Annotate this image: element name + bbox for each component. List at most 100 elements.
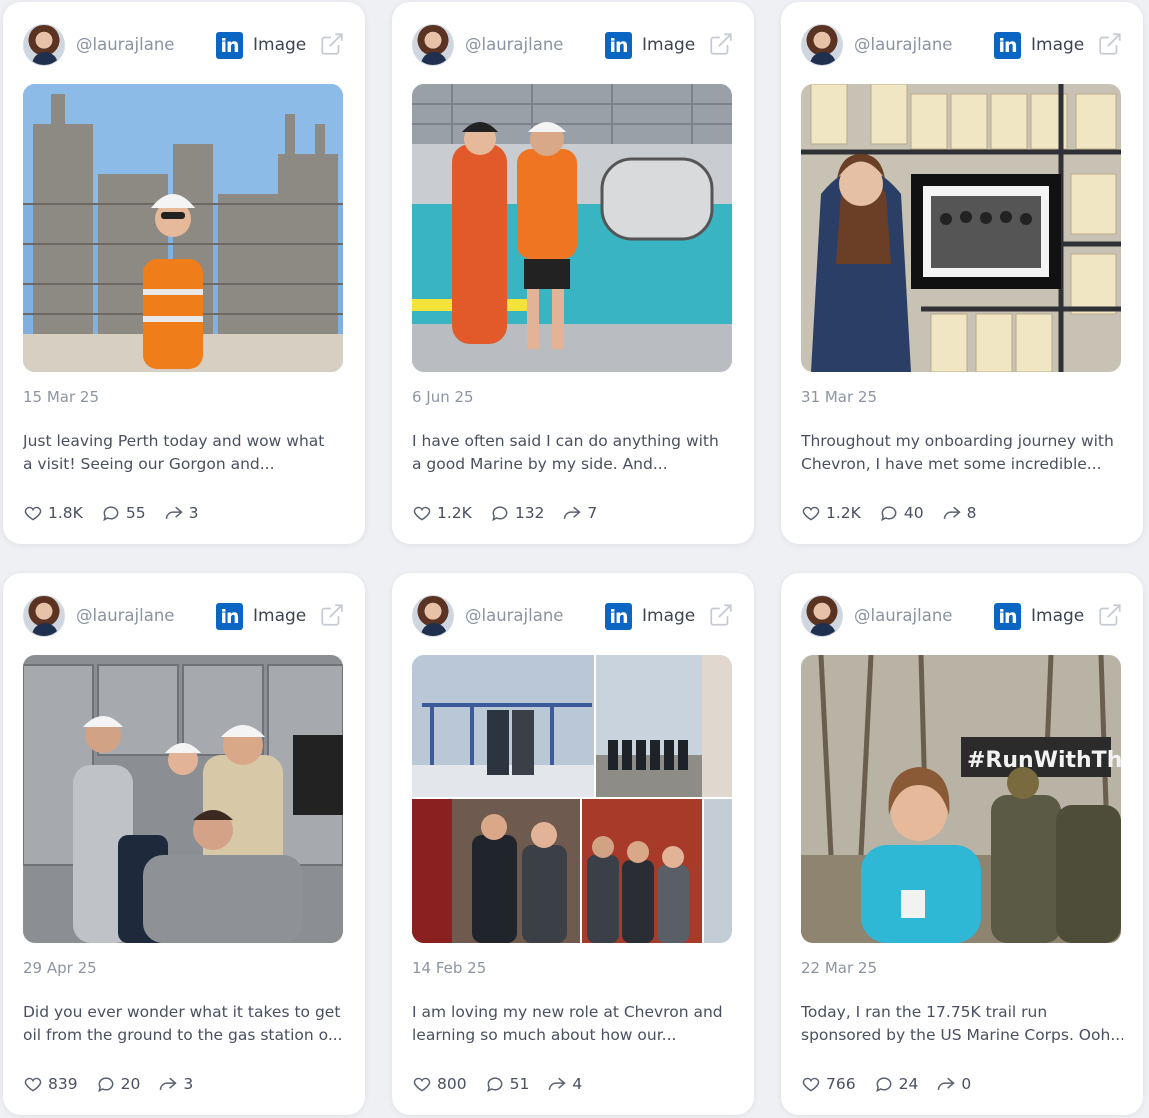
author-handle[interactable]: @laurajlane [76, 35, 174, 54]
linkedin-icon: in [994, 603, 1021, 630]
likes-stat: 1.2K [412, 503, 472, 523]
linkedin-icon: in [216, 603, 243, 630]
post-card[interactable]: @laurajlane in Image [3, 2, 365, 544]
collage-photo-icon [412, 655, 732, 943]
author-handle[interactable]: @laurajlane [465, 606, 563, 625]
post-text-line: learning so much about how our... [412, 1026, 677, 1044]
heart-icon [802, 506, 820, 521]
post-card[interactable]: @laurajlane in Image #RunWithThe Marines [781, 573, 1143, 1115]
post-header: @laurajlane in Image [801, 595, 1123, 637]
post-text[interactable]: Did you ever wonder what it takes to get… [23, 1001, 345, 1047]
trail-run-photo-icon: #RunWithThe Marines [801, 655, 1121, 943]
author-handle[interactable]: @laurajlane [854, 606, 952, 625]
shares-count: 4 [572, 1075, 583, 1093]
shares-stat: 4 [547, 1074, 582, 1094]
post-text-line: sponsored by the US Marine Corps. Ooh... [801, 1026, 1123, 1044]
external-link-icon[interactable] [1097, 602, 1123, 628]
post-grid: @laurajlane in Image 15 Mar 25 Just leav… [0, 0, 1149, 1118]
avatar[interactable] [23, 595, 65, 637]
share-icon [938, 1077, 955, 1090]
post-text[interactable]: Today, I ran the 17.75K trail run sponso… [801, 1001, 1123, 1047]
post-date: 15 Mar 25 [23, 388, 100, 406]
avatar[interactable] [412, 595, 454, 637]
post-type-label: Image [1031, 35, 1085, 55]
linkedin-icon: in [605, 603, 632, 630]
post-image[interactable] [801, 84, 1121, 372]
likes-stat: 1.8K [23, 503, 83, 523]
shares-stat: 3 [158, 1074, 193, 1094]
comment-icon [492, 506, 508, 522]
post-text[interactable]: Throughout my onboarding journey with Ch… [801, 430, 1123, 476]
comments-count: 132 [514, 504, 545, 522]
shares-count: 3 [183, 1075, 194, 1093]
shares-stat: 3 [164, 503, 198, 523]
post-stats: 1.8K 55 3 [23, 502, 216, 524]
post-image[interactable] [23, 655, 343, 943]
post-card[interactable]: @laurajlane in Image [392, 2, 754, 544]
author-handle[interactable]: @laurajlane [465, 35, 563, 54]
avatar[interactable] [801, 24, 843, 66]
post-type-label: Image [642, 606, 696, 626]
avatar[interactable] [23, 24, 65, 66]
author-handle[interactable]: @laurajlane [854, 35, 952, 54]
post-image[interactable] [412, 655, 732, 943]
avatar[interactable] [801, 595, 843, 637]
post-card[interactable]: @laurajlane in Image [3, 573, 365, 1115]
post-image[interactable] [412, 84, 732, 372]
shares-stat: 8 [942, 503, 976, 523]
shares-count: 0 [961, 1075, 972, 1093]
heart-icon [24, 506, 42, 521]
post-text-line: a visit! Seeing our Gorgon and... [23, 455, 275, 473]
comment-icon [103, 506, 119, 522]
comments-stat: 40 [879, 503, 924, 523]
heart-icon [413, 1077, 431, 1092]
post-text-line: a good Marine by my side. And... [412, 455, 668, 473]
post-text[interactable]: Just leaving Perth today and wow what a … [23, 430, 345, 476]
comments-stat: 132 [490, 503, 545, 523]
post-image[interactable]: #RunWithThe Marines [801, 655, 1121, 943]
post-text[interactable]: I have often said I can do anything with… [412, 430, 734, 476]
shares-count: 7 [587, 504, 598, 522]
comment-icon [486, 1077, 502, 1093]
heart-icon [802, 1077, 820, 1092]
post-date: 6 Jun 25 [412, 388, 474, 406]
avatar[interactable] [412, 24, 454, 66]
external-link-icon[interactable] [708, 31, 734, 57]
post-text-line: Throughout my onboarding journey with [801, 432, 1114, 450]
shares-stat: 7 [562, 503, 597, 523]
post-stats: 766 24 0 [801, 1073, 989, 1095]
share-icon [160, 1077, 177, 1090]
post-type-label: Image [642, 35, 696, 55]
post-text-line: Did you ever wonder what it takes to get [23, 1003, 341, 1021]
post-text-line: Today, I ran the 17.75K trail run [801, 1003, 1048, 1021]
likes-count: 800 [437, 1075, 467, 1093]
likes-count: 839 [48, 1075, 78, 1093]
post-header: @laurajlane in Image [412, 24, 734, 66]
post-stats: 800 51 4 [412, 1073, 600, 1095]
comments-count: 51 [509, 1075, 530, 1093]
share-icon [943, 506, 961, 519]
external-link-icon[interactable] [708, 602, 734, 628]
likes-count: 1.2K [826, 504, 861, 522]
author-handle[interactable]: @laurajlane [76, 606, 174, 625]
external-link-icon[interactable] [319, 31, 345, 57]
external-link-icon[interactable] [1097, 31, 1123, 57]
post-text[interactable]: I am loving my new role at Chevron and l… [412, 1001, 734, 1047]
post-header: @laurajlane in Image [23, 24, 345, 66]
post-card[interactable]: @laurajlane in Image [781, 2, 1143, 544]
linkedin-icon: in [605, 32, 632, 59]
archive-photo-icon [801, 84, 1121, 372]
external-link-icon[interactable] [319, 602, 345, 628]
likes-stat: 766 [801, 1074, 856, 1094]
post-text-line: I have often said I can do anything with [412, 432, 719, 450]
shares-stat: 0 [936, 1074, 971, 1094]
refinery-photo-icon [23, 84, 343, 372]
heart-icon [413, 506, 431, 521]
comment-icon [97, 1077, 113, 1093]
post-date: 31 Mar 25 [801, 388, 878, 406]
linkedin-icon: in [994, 32, 1021, 59]
post-image[interactable] [23, 84, 343, 372]
comments-stat: 24 [874, 1074, 918, 1094]
comments-count: 20 [120, 1075, 141, 1093]
post-card[interactable]: @laurajlane in Image [392, 573, 754, 1115]
